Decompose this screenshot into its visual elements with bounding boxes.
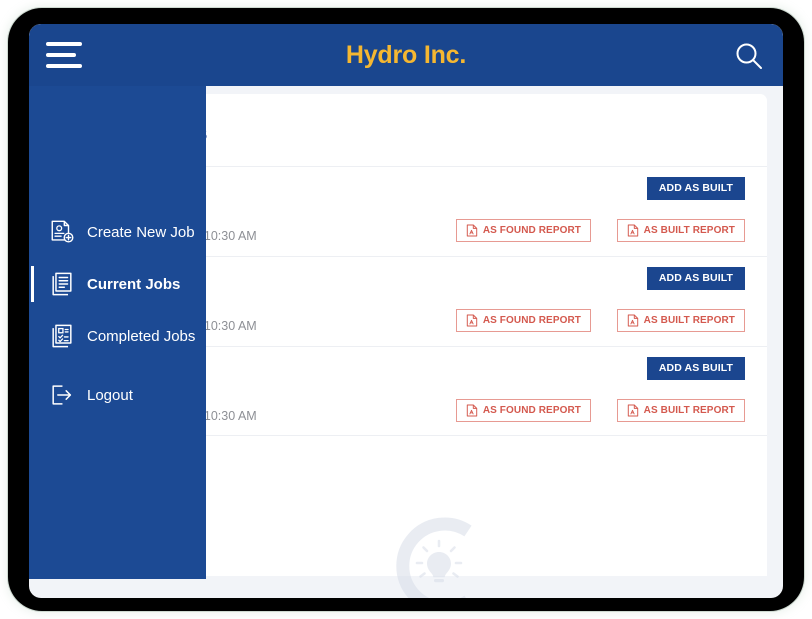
job-time: 10:30 AM: [203, 319, 257, 333]
tablet-screen: Hydro Inc. Current Jobs Job #14531: [29, 24, 783, 598]
add-as-built-button[interactable]: ADD AS BUILT: [646, 177, 745, 200]
as-built-report-button[interactable]: AS BUILT REPORT: [616, 219, 745, 242]
sidebar-item-label: Current Jobs: [87, 275, 181, 293]
job-time: 10:30 AM: [203, 409, 257, 423]
pdf-file-icon: [466, 314, 478, 327]
as-found-report-button[interactable]: AS FOUND REPORT: [455, 219, 591, 242]
as-found-report-label: AS FOUND REPORT: [482, 405, 581, 416]
pdf-file-icon: [627, 224, 638, 237]
as-built-report-label: AS BUILT REPORT: [643, 315, 735, 326]
as-built-report-button[interactable]: AS BUILT REPORT: [616, 309, 745, 332]
navigation-drawer: Create New Job Current Jobs Completed Jo…: [29, 86, 206, 579]
add-as-built-button[interactable]: ADD AS BUILT: [646, 267, 745, 290]
sidebar-item-completed-jobs[interactable]: Completed Jobs: [29, 310, 206, 362]
pdf-file-icon: [466, 404, 478, 417]
sidebar-item-logout[interactable]: Logout: [29, 369, 206, 421]
pdf-file-icon: [627, 404, 638, 417]
as-built-report-button[interactable]: AS BUILT REPORT: [616, 399, 745, 422]
pdf-file-icon: [466, 224, 478, 237]
checklist-documents-icon: [52, 324, 72, 348]
job-time: 10:30 AM: [203, 229, 257, 243]
sidebar-item-label: Completed Jobs: [87, 327, 196, 345]
sidebar-item-label: Create New Job: [87, 223, 195, 241]
documents-stack-icon: [52, 272, 72, 296]
as-found-report-label: AS FOUND REPORT: [482, 315, 581, 326]
pdf-file-icon: [627, 314, 638, 327]
sidebar-item-create-new-job[interactable]: Create New Job: [29, 206, 206, 258]
as-found-report-label: AS FOUND REPORT: [482, 225, 581, 236]
as-built-report-label: AS BUILT REPORT: [643, 225, 735, 236]
logout-arrow-icon: [52, 385, 72, 405]
as-built-report-label: AS BUILT REPORT: [643, 405, 735, 416]
sidebar-item-current-jobs[interactable]: Current Jobs: [29, 258, 206, 310]
new-document-icon: [51, 220, 74, 243]
add-as-built-button[interactable]: ADD AS BUILT: [646, 357, 745, 380]
app-title: Hydro Inc.: [345, 41, 467, 69]
app-header-bar: Hydro Inc.: [29, 24, 783, 86]
sidebar-item-label: Logout: [87, 386, 133, 404]
as-found-report-button[interactable]: AS FOUND REPORT: [455, 309, 591, 332]
tablet-device-frame: Hydro Inc. Current Jobs Job #14531: [8, 8, 804, 611]
search-icon[interactable]: [733, 40, 765, 72]
as-found-report-button[interactable]: AS FOUND REPORT: [455, 399, 591, 422]
